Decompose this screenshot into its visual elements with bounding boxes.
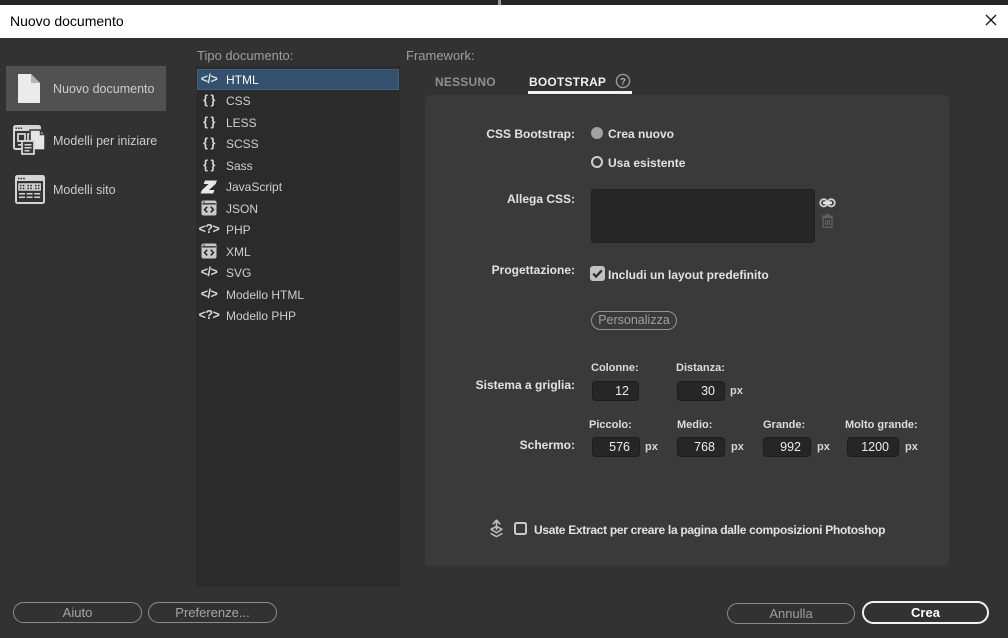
svg-text:?: ? — [620, 77, 626, 88]
